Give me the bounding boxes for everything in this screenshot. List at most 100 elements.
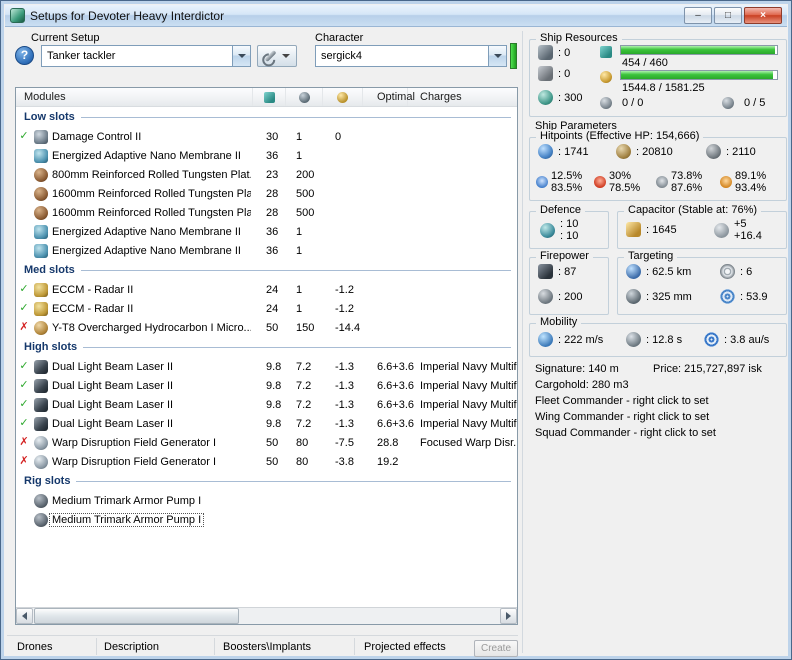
module-name[interactable]: Medium Trimark Armor Pump I: [48, 512, 205, 527]
turret-hardpoints-value: : 0: [558, 46, 571, 59]
module-row[interactable]: ✓ ECCM - Radar II 24 1 -1.2: [16, 280, 517, 299]
capacitor-icon: [337, 91, 348, 103]
module-name[interactable]: Damage Control II: [50, 131, 143, 143]
tab-drones[interactable]: Drones: [17, 641, 52, 653]
module-name[interactable]: ECCM - Radar II: [50, 303, 135, 315]
current-setup-dropdown[interactable]: Tanker tackler: [41, 45, 251, 67]
structure-hp: : 2110: [706, 144, 756, 159]
scrollbar-track[interactable]: [33, 608, 500, 624]
module-name[interactable]: Energized Adaptive Nano Membrane II: [50, 226, 243, 238]
powergrid-icon: [298, 91, 310, 103]
module-row[interactable]: ✗ Warp Disruption Field Generator I 50 8…: [16, 433, 517, 452]
module-row[interactable]: ✓ Dual Light Beam Laser II 9.8 7.2 -1.3 …: [16, 357, 517, 376]
module-row[interactable]: ✗ Y-T8 Overcharged Hydrocarbon I Micro..…: [16, 318, 517, 337]
wing-commander-text[interactable]: Wing Commander - right click to set: [535, 411, 709, 423]
module-name[interactable]: Energized Adaptive Nano Membrane II: [50, 150, 243, 162]
titlebar[interactable]: Setups for Devoter Heavy Interdictor – □…: [5, 5, 787, 27]
ship-resources-group: Ship Resources : 0 : 0 : 300 454 / 460 1…: [529, 32, 787, 117]
chevron-down-icon[interactable]: [488, 46, 506, 66]
scrollbar-thumb[interactable]: [34, 608, 240, 624]
module-status-icon: ✗: [19, 436, 29, 448]
volley-value: : 200: [558, 290, 583, 303]
module-charges: Focused Warp Disr...: [420, 436, 517, 449]
module-name[interactable]: 800mm Reinforced Rolled Tungsten Plat...: [50, 169, 251, 181]
scroll-right-button[interactable]: [500, 608, 517, 624]
module-row[interactable]: ✓ Dual Light Beam Laser II 9.8 7.2 -1.3 …: [16, 414, 517, 433]
module-row[interactable]: ✓ Dual Light Beam Laser II 9.8 7.2 -1.3 …: [16, 395, 517, 414]
scroll-left-button[interactable]: [16, 608, 33, 624]
help-button[interactable]: ?: [15, 46, 34, 65]
module-powergrid: 80: [296, 455, 309, 468]
price-text: Price: 215,727,897 isk: [653, 363, 762, 375]
close-button[interactable]: ×: [744, 7, 782, 24]
module-name[interactable]: Energized Adaptive Nano Membrane II: [50, 245, 243, 257]
dps-value: : 87: [558, 265, 577, 278]
warp-speed-icon: [704, 332, 719, 347]
module-name[interactable]: Y-T8 Overcharged Hydrocarbon I Micro...: [50, 322, 251, 334]
module-row[interactable]: Medium Trimark Armor Pump I: [16, 491, 517, 510]
module-cpu: 23: [266, 168, 279, 181]
cpu-icon: [263, 91, 275, 103]
minimize-button[interactable]: –: [684, 7, 712, 24]
module-type-icon: [34, 301, 48, 316]
column-header-capacitor[interactable]: [323, 88, 363, 106]
module-name[interactable]: Dual Light Beam Laser II: [50, 361, 175, 373]
module-name[interactable]: Warp Disruption Field Generator I: [50, 456, 218, 468]
module-name[interactable]: Dual Light Beam Laser II: [50, 399, 175, 411]
defence-values: : 10: 10: [540, 218, 578, 242]
module-row[interactable]: 800mm Reinforced Rolled Tungsten Plat...…: [16, 165, 517, 184]
tab-boosters-implants[interactable]: Boosters\Implants: [223, 641, 311, 653]
module-status-icon: ✗: [19, 455, 29, 467]
character-dropdown[interactable]: sergick4: [315, 45, 507, 67]
tab-description[interactable]: Description: [104, 641, 159, 653]
capacitor-icon: [626, 222, 641, 237]
module-type-icon: [34, 435, 48, 450]
capacitor-group: Capacitor (Stable at: 76%) : 1645 +5 +16.…: [617, 204, 787, 249]
module-powergrid: 1: [296, 130, 303, 143]
shield-hp: : 1741: [538, 144, 589, 159]
module-name[interactable]: Dual Light Beam Laser II: [50, 380, 175, 392]
module-row[interactable]: ✗ Warp Disruption Field Generator I 50 8…: [16, 452, 517, 471]
module-powergrid: 80: [296, 436, 309, 449]
module-powergrid: 1: [296, 302, 303, 315]
module-row[interactable]: Energized Adaptive Nano Membrane II 36 1: [16, 222, 517, 241]
module-row[interactable]: Energized Adaptive Nano Membrane II 36 1: [16, 241, 517, 260]
setup-tools-button[interactable]: [257, 45, 297, 67]
module-name[interactable]: Dual Light Beam Laser II: [50, 418, 175, 430]
tab-projected-effects[interactable]: Projected effects: [364, 641, 446, 653]
fleet-commander-text[interactable]: Fleet Commander - right click to set: [535, 395, 709, 407]
chevron-down-icon[interactable]: [232, 46, 250, 66]
column-header-cpu[interactable]: [253, 88, 286, 106]
module-name[interactable]: ECCM - Radar II: [50, 284, 135, 296]
column-header-optimal[interactable]: Optimal: [363, 88, 415, 106]
maximize-button[interactable]: □: [714, 7, 742, 24]
app-icon: [10, 8, 25, 23]
column-header-modules[interactable]: Modules: [16, 88, 253, 106]
module-row[interactable]: Medium Trimark Armor Pump I: [16, 510, 517, 529]
module-name[interactable]: 1600mm Reinforced Rolled Tungsten Pla...: [50, 188, 251, 200]
module-row[interactable]: 1600mm Reinforced Rolled Tungsten Pla...…: [16, 203, 517, 222]
module-row[interactable]: ✓ Dual Light Beam Laser II 9.8 7.2 -1.3 …: [16, 376, 517, 395]
column-header-powergrid[interactable]: [286, 88, 323, 106]
horizontal-scrollbar[interactable]: [16, 607, 517, 624]
warp-speed: : 3.8 au/s: [704, 332, 769, 347]
chevron-down-icon: [282, 54, 290, 58]
explosive-resists: 89.1% 93.4%: [720, 170, 766, 194]
sensor-strength-value: : 53.9: [740, 290, 768, 303]
module-row[interactable]: Energized Adaptive Nano Membrane II 36 1: [16, 146, 517, 165]
module-row[interactable]: 1600mm Reinforced Rolled Tungsten Pla...…: [16, 184, 517, 203]
module-cpu: 50: [266, 321, 279, 334]
column-header-charges[interactable]: Charges: [408, 88, 517, 106]
squad-commander-text[interactable]: Squad Commander - right click to set: [535, 427, 716, 439]
module-row[interactable]: ✓ Damage Control II 30 1 0: [16, 127, 517, 146]
module-name[interactable]: Medium Trimark Armor Pump I: [50, 495, 203, 507]
module-name[interactable]: Warp Disruption Field Generator I: [50, 437, 218, 449]
module-cap-use: -7.5: [335, 436, 354, 449]
max-targets-value: : 6: [740, 265, 753, 278]
capacitor-title: Capacitor (Stable at: 76%): [624, 204, 762, 216]
module-type-icon: [34, 416, 48, 431]
module-row[interactable]: ✓ ECCM - Radar II 24 1 -1.2: [16, 299, 517, 318]
module-type-icon: [34, 359, 48, 374]
module-name[interactable]: 1600mm Reinforced Rolled Tungsten Pla...: [50, 207, 251, 219]
wrench-icon: [264, 49, 277, 63]
